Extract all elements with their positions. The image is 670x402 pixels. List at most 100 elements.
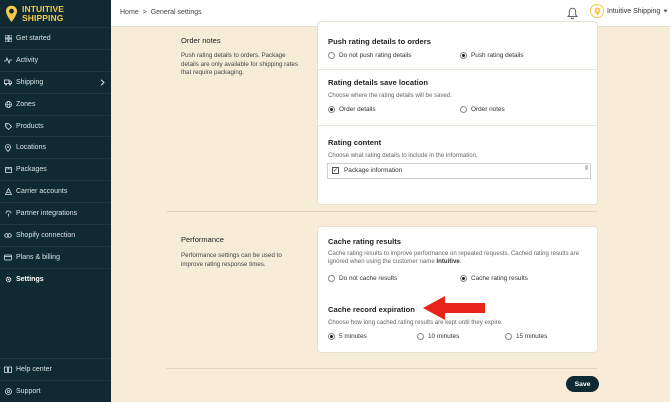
radio-push-rating-details[interactable]: Push rating details [460,52,524,59]
sidebar-item-label: Zones [16,100,36,108]
radio-button[interactable] [417,333,424,340]
radio-button[interactable] [328,275,335,282]
sidebar-item-label: Shipping [16,78,44,86]
performance-title: Performance [181,235,224,244]
sidebar-item-carrier-accounts[interactable]: Carrier accounts [0,180,111,202]
sidebar-item-label: Products [16,122,44,130]
radio-do-not-cache[interactable]: Do not cache results [328,275,397,282]
sidebar-item-get-started[interactable]: Get started [0,27,111,49]
cache-rating-title: Cache rating results [328,237,402,246]
sidebar-nav: Get started Activity Shipping Zones Prod… [0,27,111,290]
sidebar-item-shipping[interactable]: Shipping [0,70,111,93]
breadcrumb-home[interactable]: Home [120,9,139,16]
radio-button[interactable] [328,333,335,340]
bell-icon[interactable] [567,7,578,22]
radio-label: 15 minutes [516,333,548,340]
sidebar-item-shopify-connection[interactable]: Shopify connection [0,224,111,246]
breadcrumb-current: General settings [150,9,202,16]
radio-label: Order notes [471,106,505,113]
radio-cache-rating-results[interactable]: Cache rating results [460,275,528,282]
rating-content-description: Choose what rating details to include in… [328,152,478,159]
rating-content-list[interactable]: ✓ Package information [327,163,591,179]
sidebar-item-label: Settings [16,275,44,283]
box-icon [4,166,12,174]
account-name: Intuitive Shipping [607,7,661,15]
radio-5-minutes[interactable]: 5 minutes [328,333,367,340]
radio-order-notes[interactable]: Order notes [460,106,505,113]
section-divider [166,368,597,369]
radio-button[interactable] [328,106,335,113]
rating-content-title: Rating content [328,138,382,147]
sidebar-item-activity[interactable]: Activity [0,48,111,71]
red-arrow-annotation-icon [423,296,485,320]
performance-card: Cache rating results Cache rating result… [317,226,598,353]
cache-description-end: . [459,258,462,266]
sidebar-item-help-center[interactable]: Help center [0,358,111,380]
save-location-description: Choose where the rating details will be … [328,92,452,99]
sidebar-item-locations[interactable]: Locations [0,136,111,158]
sidebar-item-label: Carrier accounts [16,188,68,196]
card-divider [318,69,597,70]
radio-button[interactable] [505,333,512,340]
radio-10-minutes[interactable]: 10 minutes [417,333,459,340]
sidebar-item-partner-integrations[interactable]: Partner integrations [0,202,111,224]
sidebar-item-packages[interactable]: Packages [0,158,111,180]
avatar [590,4,604,18]
globe-icon [4,100,12,108]
sidebar-item-plans-billing[interactable]: Plans & billing [0,245,111,268]
radio-button[interactable] [460,106,467,113]
radio-do-not-push[interactable]: Do not push rating details [328,52,411,59]
sidebar-item-label: Shopify connection [16,231,76,239]
radio-button[interactable] [460,52,467,59]
checkbox[interactable]: ✓ [332,167,339,174]
tag-icon [4,122,12,130]
sidebar-item-label: Plans & billing [16,253,60,261]
grid-icon [4,34,12,42]
brand-logo[interactable]: INTUITIVE SHIPPING [0,0,111,27]
gear-icon [4,275,12,283]
plug-icon [4,210,12,218]
book-icon [4,366,12,374]
location-pin-logo-icon [6,5,17,22]
help-icon [4,388,12,396]
pin-icon [4,143,12,152]
sidebar-item-settings[interactable]: Settings [0,267,111,290]
radio-button[interactable] [460,275,467,282]
sidebar-item-label: Locations [16,144,46,152]
carrier-icon [4,188,12,196]
sidebar-item-support[interactable]: Support [0,380,111,402]
card-icon [4,253,12,261]
sidebar-item-label: Activity [16,56,39,64]
radio-label: 5 minutes [339,333,367,340]
radio-15-minutes[interactable]: 15 minutes [505,333,547,340]
sidebar-item-label: Help center [16,366,52,374]
order-notes-description: Push rating details to orders. Package d… [181,52,298,76]
sidebar-item-label: Packages [16,166,47,174]
checkbox-package-information[interactable]: ✓ Package information [332,167,402,174]
section-divider [166,211,597,212]
radio-order-details[interactable]: Order details [328,106,376,113]
link-icon [4,231,12,239]
scrollbar[interactable] [585,165,588,170]
caret-down-icon [663,8,668,15]
cache-description-name: Intuitive [436,258,460,266]
cache-expiration-title: Cache record expiration [328,305,415,314]
radio-label: Do not cache results [339,275,398,282]
main-content: Order notes Push rating details to order… [111,21,670,402]
radio-label: Order details [339,106,376,113]
sidebar-item-label: Support [16,388,41,396]
sidebar-item-zones[interactable]: Zones [0,92,111,115]
radio-label: Push rating details [471,52,524,59]
cache-rating-description: Cache rating results to improve performa… [328,250,590,266]
truck-icon [4,78,12,86]
sidebar-item-label: Partner integrations [16,210,78,218]
breadcrumb: Home > General settings [120,9,202,16]
radio-label: Do not push rating details [339,52,412,59]
sidebar-item-products[interactable]: Products [0,114,111,137]
account-menu[interactable]: Intuitive Shipping [590,4,668,18]
performance-description: Performance settings can be used to impr… [181,252,282,268]
radio-button[interactable] [328,52,335,59]
save-button[interactable]: Save [566,376,599,392]
sidebar-item-label: Get started [16,34,51,42]
breadcrumb-separator: > [142,9,147,16]
